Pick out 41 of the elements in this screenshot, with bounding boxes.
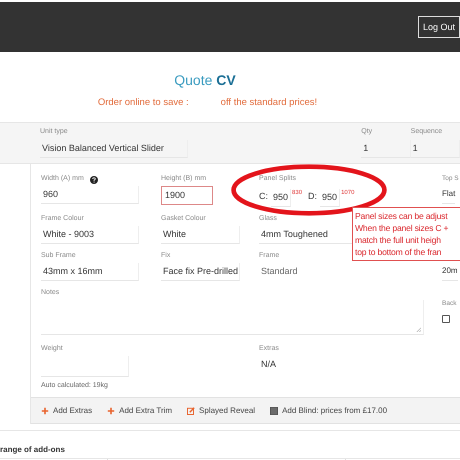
back-checkbox[interactable] bbox=[442, 315, 450, 323]
input-field[interactable]: 960 bbox=[41, 186, 139, 204]
subtitle-text: Order online to save : bbox=[98, 97, 189, 108]
callout-text: When the panel sizes C + bbox=[355, 222, 450, 234]
section-heading: range of add-ons bbox=[0, 445, 66, 454]
callout-text: match the full unit heigh bbox=[355, 234, 442, 246]
toolbar-button[interactable]: Add Extra Trim bbox=[107, 406, 172, 415]
input-field[interactable]: Vision Balanced Vertical Slider bbox=[40, 140, 188, 158]
log-out-button[interactable]: Log Out bbox=[418, 16, 460, 38]
split-label: C: bbox=[259, 191, 268, 201]
input-field[interactable]: Face fix Pre-drilled bbox=[161, 263, 240, 281]
page-title: Quote CV bbox=[173, 72, 237, 88]
input-field[interactable]: 1 bbox=[361, 140, 411, 158]
plus-icon bbox=[41, 406, 49, 414]
field-value: N/A bbox=[260, 358, 276, 371]
weight-input[interactable] bbox=[41, 356, 129, 377]
split-size-note: 1070 bbox=[341, 189, 354, 197]
callout-text: top to bottom of the fran bbox=[355, 246, 442, 258]
resize-grip-icon[interactable] bbox=[416, 327, 421, 332]
subtitle-text: off the standard prices! bbox=[220, 97, 318, 108]
input-field[interactable]: White bbox=[161, 226, 240, 244]
blind-icon bbox=[270, 406, 278, 414]
input-field[interactable]: 43mm x 16mm bbox=[41, 263, 139, 281]
toolbar-button[interactable]: Add Extras bbox=[41, 406, 92, 415]
plus-icon bbox=[107, 406, 116, 414]
toolbar-button[interactable]: Add Blind: prices from £17.00 bbox=[270, 406, 388, 415]
input-field[interactable]: 950 bbox=[320, 189, 340, 207]
input-field[interactable]: 20m bbox=[442, 263, 458, 281]
input-field[interactable]: 1 bbox=[410, 140, 460, 158]
split-size-note: 830 bbox=[292, 189, 302, 197]
split-label: D: bbox=[308, 191, 318, 201]
input-field[interactable]: White - 9003 bbox=[41, 226, 139, 244]
toolbar-button[interactable]: Splayed Reveal bbox=[187, 406, 256, 415]
input-field[interactable]: Flat bbox=[442, 186, 456, 204]
notes-textarea[interactable] bbox=[41, 300, 424, 335]
input-field[interactable]: 1900 bbox=[161, 186, 213, 205]
edit-icon bbox=[187, 406, 196, 414]
help-icon[interactable] bbox=[90, 176, 98, 184]
input-field[interactable]: 950 bbox=[271, 189, 292, 207]
field-value: Standard bbox=[260, 265, 298, 278]
callout-text: Panel sizes can be adjust bbox=[355, 210, 449, 222]
